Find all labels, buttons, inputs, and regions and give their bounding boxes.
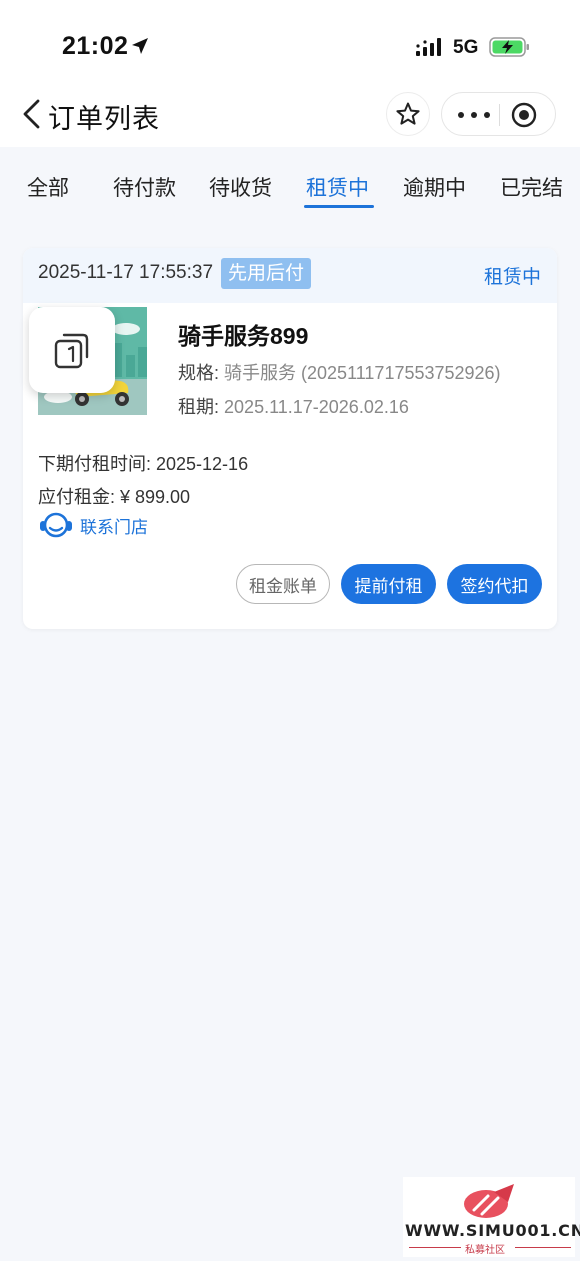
- status-time: 21:02: [62, 32, 129, 60]
- term-label: 租期:: [178, 397, 220, 417]
- signal-icon: [416, 38, 441, 56]
- floating-copy-button[interactable]: [29, 307, 115, 393]
- customer-service-icon: [40, 512, 72, 538]
- miniprogram-capsule: [441, 92, 556, 136]
- copy-number-icon: [54, 333, 89, 369]
- tab-completed[interactable]: 已完结: [500, 172, 563, 202]
- star-icon: [396, 102, 420, 125]
- watermark: WWW.SIMU001.CN 私募社区: [403, 1177, 580, 1257]
- close-target-icon[interactable]: [511, 102, 537, 128]
- nav-bar: 订单列表: [0, 90, 580, 140]
- watermark-sub: 私募社区: [465, 1245, 505, 1256]
- amount-due: 应付租金: ¥ 899.00: [38, 487, 191, 507]
- contact-store-label: 联系门店: [80, 517, 148, 537]
- battery-charging-icon: [489, 37, 529, 57]
- order-card[interactable]: 2025-11-17 17:55:37 先用后付 租赁中 骑手服务899 规格:…: [23, 248, 557, 629]
- location-arrow-icon: [132, 38, 148, 54]
- watermark-line-right: [515, 1247, 571, 1248]
- order-status: 租赁中: [483, 267, 541, 288]
- watermark-line-left: [409, 1247, 461, 1248]
- top-header: 21:02 5G 订单列表: [0, 0, 580, 147]
- network-type: 5G: [453, 37, 479, 58]
- more-icon[interactable]: [458, 105, 490, 125]
- capsule-divider: [499, 104, 500, 126]
- status-bar: 21:02 5G: [0, 0, 580, 94]
- watermark-url: WWW.SIMU001.CN: [405, 1221, 580, 1240]
- sign-auto-debit-button[interactable]: 签约代扣: [447, 564, 542, 604]
- pay-later-badge: 先用后付: [221, 258, 312, 289]
- next-payment-date: 下期付租时间: 2025-12-16: [38, 454, 249, 474]
- term-value: 2025.11.17-2026.02.16: [224, 397, 409, 417]
- order-time: 2025-11-17 17:55:37: [38, 262, 214, 283]
- tab-renting[interactable]: 租赁中: [306, 172, 369, 202]
- order-card-header: 2025-11-17 17:55:37 先用后付 租赁中: [23, 248, 557, 303]
- tab-overdue[interactable]: 逾期中: [403, 172, 466, 202]
- tab-pending-payment[interactable]: 待付款: [113, 172, 176, 202]
- product-spec: 规格: 骑手服务 (20251117175537529​26): [178, 359, 501, 385]
- rent-bill-button[interactable]: 租金账单: [236, 564, 330, 604]
- page-title: 订单列表: [48, 104, 160, 134]
- contact-store-link[interactable]: 联系门店: [38, 511, 148, 539]
- active-tab-indicator: [304, 205, 374, 208]
- order-tabs: 全部 待付款 待收货 租赁中 逾期中 已完结: [0, 160, 580, 216]
- back-arrow-icon[interactable]: [20, 98, 44, 130]
- tab-all[interactable]: 全部: [27, 172, 69, 202]
- watermark-logo: [464, 1184, 514, 1218]
- product-name[interactable]: 骑手服务899: [178, 317, 308, 351]
- spec-value: 骑手服务 (20251117175537529​26): [224, 363, 501, 383]
- tab-pending-receipt[interactable]: 待收货: [209, 172, 272, 202]
- prepay-rent-button[interactable]: 提前付租: [341, 564, 436, 604]
- favorite-button[interactable]: [386, 92, 430, 136]
- rental-term: 租期: 2025.11.17-2026.02.16: [178, 393, 409, 419]
- spec-label: 规格:: [178, 363, 220, 383]
